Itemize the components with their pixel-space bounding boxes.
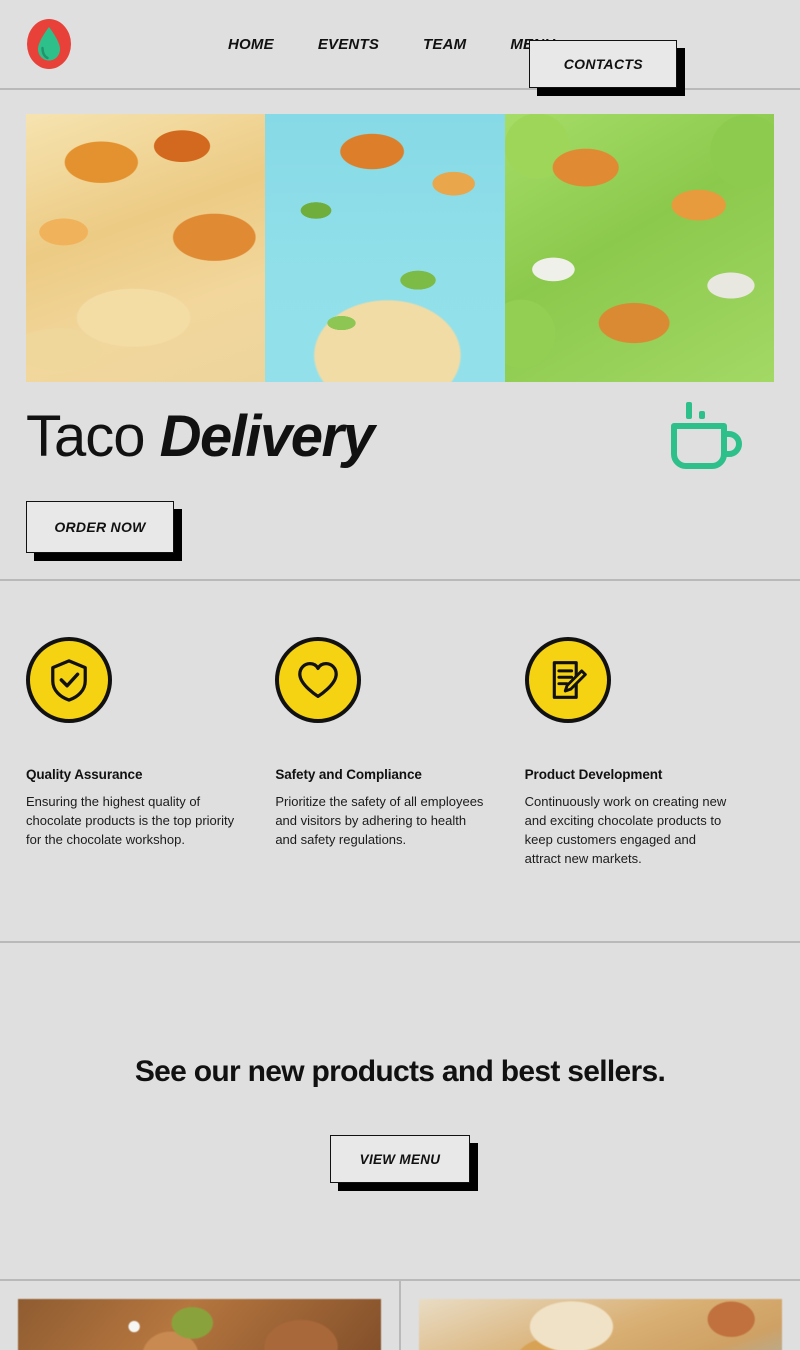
shield-check-icon <box>26 637 112 723</box>
contacts-button-label[interactable]: CONTACTS <box>529 40 678 88</box>
feature-body: Continuously work on creating new and ex… <box>524 794 727 866</box>
feature-body: Ensuring the highest quality of chocolat… <box>26 794 235 847</box>
hero-title-regular: Taco <box>26 404 146 470</box>
nav-item-team[interactable]: TEAM <box>423 36 466 53</box>
hero-headline-row: Taco Delivery <box>26 382 774 477</box>
hero-image <box>26 114 774 382</box>
feature-title: Product Development <box>524 767 663 782</box>
lime-squeeze-image <box>18 1299 381 1350</box>
view-menu-button[interactable]: VIEW MENU <box>330 1135 478 1192</box>
gallery-section <box>0 1281 800 1350</box>
feature-card-quality-assurance: Quality Assurance Ensuring the highest q… <box>26 637 275 868</box>
droplet-logo[interactable] <box>26 18 72 70</box>
coffee-cup-icon <box>666 398 744 477</box>
hero-title: Taco Delivery <box>26 404 375 470</box>
feature-title: Quality Assurance <box>26 767 143 782</box>
main-nav: HOME EVENTS TEAM MENU <box>228 36 555 53</box>
order-now-button-label[interactable]: ORDER NOW <box>26 501 174 553</box>
features-section: Quality Assurance Ensuring the highest q… <box>0 581 800 868</box>
products-title: See our new products and best sellers. <box>134 1055 666 1089</box>
feature-title: Safety and Compliance <box>275 767 422 782</box>
gallery-item-lime[interactable] <box>0 1281 399 1350</box>
products-spacer <box>0 1183 800 1279</box>
nav-item-home[interactable]: HOME <box>228 36 274 53</box>
hero-image-middle-table <box>265 114 520 382</box>
hero-title-emphasis: Delivery <box>159 404 375 470</box>
feature-card-safety-and-compliance: Safety and Compliance Prioritize the saf… <box>275 637 524 868</box>
feature-body: Prioritize the safety of all employees a… <box>275 794 484 847</box>
tortilla-chips-image <box>419 1299 782 1350</box>
products-section: See our new products and best sellers. V… <box>0 943 800 1192</box>
gallery-item-chips[interactable] <box>399 1281 800 1350</box>
features-spacer <box>0 868 800 941</box>
view-menu-button-label[interactable]: VIEW MENU <box>330 1135 470 1184</box>
hero-section: Taco Delivery ORDER NOW <box>0 90 800 579</box>
contacts-button[interactable]: CONTACTS <box>529 40 686 96</box>
nav-item-events[interactable]: EVENTS <box>318 36 379 53</box>
document-pencil-icon <box>524 637 611 723</box>
heart-icon <box>275 637 362 723</box>
hero-image-left-tacos <box>26 114 296 382</box>
hero-image-right-lettuce <box>504 114 774 382</box>
order-now-button[interactable]: ORDER NOW <box>26 501 182 561</box>
feature-card-product-development: Product Development Continuously work on… <box>524 637 774 868</box>
site-header: HOME EVENTS TEAM MENU CONTACTS <box>0 0 800 96</box>
landing-page: HOME EVENTS TEAM MENU CONTACTS Taco Deli… <box>0 0 800 1350</box>
